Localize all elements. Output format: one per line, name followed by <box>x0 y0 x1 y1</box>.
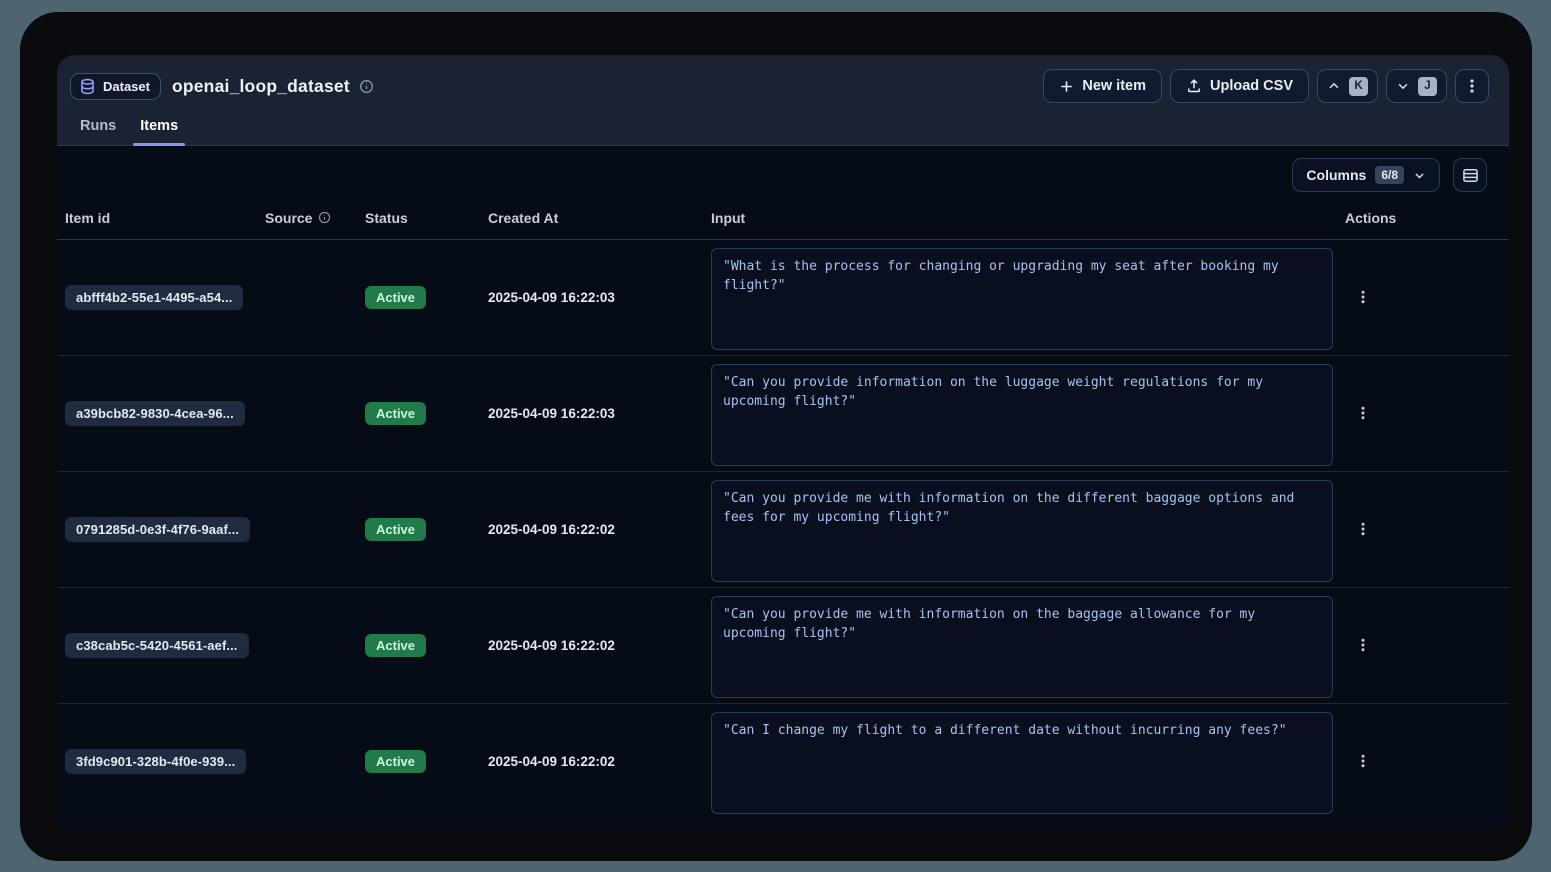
col-header-input: Input <box>711 210 1345 226</box>
status-badge: Active <box>365 402 426 425</box>
table-toolbar: Columns 6/8 <box>57 146 1509 196</box>
row-actions-kebab-button[interactable] <box>1351 285 1375 309</box>
page-title: openai_loop_dataset <box>172 76 350 97</box>
app-surface: Dataset openai_loop_dataset New item <box>57 55 1509 831</box>
row-actions-kebab-button[interactable] <box>1351 517 1375 541</box>
row-density-button[interactable] <box>1453 158 1487 192</box>
created-at-cell: 2025-04-09 16:22:03 <box>488 289 711 307</box>
status-badge: Active <box>365 750 426 773</box>
table-row: 0791285d-0e3f-4f76-9aaf... Active 2025-0… <box>57 472 1509 588</box>
table-header-row: Item id Source Status Created At Input A… <box>57 196 1509 240</box>
col-header-status: Status <box>365 210 488 226</box>
input-cell: "Can I change my flight to a different d… <box>711 704 1345 819</box>
plus-icon <box>1059 79 1074 94</box>
table-row: 3fd9c901-328b-4f0e-939... Active 2025-04… <box>57 704 1509 819</box>
kebab-icon <box>1357 289 1369 305</box>
created-at-value: 2025-04-09 16:22:02 <box>488 522 615 537</box>
columns-count-badge: 6/8 <box>1375 166 1404 184</box>
source-info-icon[interactable] <box>318 211 331 224</box>
input-textarea[interactable]: "Can you provide information on the lugg… <box>711 364 1333 466</box>
input-textarea[interactable]: "Can I change my flight to a different d… <box>711 712 1333 814</box>
input-textarea[interactable]: "Can you provide me with information on … <box>711 596 1333 698</box>
tab-items[interactable]: Items <box>133 118 185 145</box>
table-row: abfff4b2-55e1-4495-a54... Active 2025-04… <box>57 240 1509 356</box>
status-cell: Active <box>365 750 488 773</box>
col-header-item-id: Item id <box>65 210 265 226</box>
prev-key-hint: K <box>1349 77 1368 96</box>
kebab-icon <box>1357 521 1369 537</box>
kebab-icon <box>1357 753 1369 769</box>
table-row: c38cab5c-5420-4561-aef... Active 2025-04… <box>57 588 1509 704</box>
columns-dropdown[interactable]: Columns 6/8 <box>1292 158 1440 192</box>
status-cell: Active <box>365 518 488 541</box>
actions-cell <box>1345 633 1497 658</box>
next-key-hint: J <box>1418 77 1437 96</box>
actions-cell <box>1345 517 1497 542</box>
status-cell: Active <box>365 402 488 425</box>
col-header-actions: Actions <box>1345 210 1497 226</box>
created-at-value: 2025-04-09 16:22:03 <box>488 406 615 421</box>
actions-cell <box>1345 401 1497 426</box>
item-id-pill[interactable]: 3fd9c901-328b-4f0e-939... <box>65 749 246 774</box>
created-at-value: 2025-04-09 16:22:02 <box>488 638 615 653</box>
row-actions-kebab-button[interactable] <box>1351 401 1375 425</box>
row-actions-kebab-button[interactable] <box>1351 633 1375 657</box>
kebab-icon <box>1357 637 1369 653</box>
chevron-up-icon <box>1327 79 1341 93</box>
input-textarea[interactable]: "Can you provide me with information on … <box>711 480 1333 582</box>
new-item-button[interactable]: New item <box>1043 69 1162 103</box>
item-id-cell: 3fd9c901-328b-4f0e-939... <box>65 749 265 774</box>
status-badge: Active <box>365 518 426 541</box>
upload-icon <box>1186 78 1202 94</box>
tab-runs[interactable]: Runs <box>73 118 123 145</box>
header-kebab-button[interactable] <box>1455 69 1489 103</box>
created-at-value: 2025-04-09 16:22:03 <box>488 290 615 305</box>
kebab-icon <box>1357 405 1369 421</box>
table-rows-icon <box>1462 167 1479 184</box>
table-body: abfff4b2-55e1-4495-a54... Active 2025-04… <box>57 240 1509 819</box>
status-cell: Active <box>365 634 488 657</box>
dataset-info-icon[interactable] <box>359 79 374 94</box>
item-id-cell: abfff4b2-55e1-4495-a54... <box>65 285 265 310</box>
created-at-value: 2025-04-09 16:22:02 <box>488 754 615 769</box>
upload-csv-button[interactable]: Upload CSV <box>1170 69 1309 103</box>
input-cell: "Can you provide me with information on … <box>711 588 1345 703</box>
status-cell: Active <box>365 286 488 309</box>
next-item-button[interactable]: J <box>1386 69 1447 103</box>
item-id-pill[interactable]: c38cab5c-5420-4561-aef... <box>65 633 249 658</box>
chevron-down-icon <box>1396 79 1410 93</box>
col-header-source: Source <box>265 210 365 226</box>
created-at-cell: 2025-04-09 16:22:02 <box>488 521 711 539</box>
created-at-cell: 2025-04-09 16:22:02 <box>488 753 711 771</box>
dataset-type-badge: Dataset <box>70 73 161 100</box>
table-row: a39bcb82-9830-4cea-96... Active 2025-04-… <box>57 356 1509 472</box>
tab-bar: Runs Items <box>73 118 185 145</box>
item-id-cell: a39bcb82-9830-4cea-96... <box>65 401 265 426</box>
item-id-pill[interactable]: 0791285d-0e3f-4f76-9aaf... <box>65 517 250 542</box>
created-at-cell: 2025-04-09 16:22:02 <box>488 637 711 655</box>
row-actions-kebab-button[interactable] <box>1351 749 1375 773</box>
input-textarea[interactable]: "What is the process for changing or upg… <box>711 248 1333 350</box>
header-bar: Dataset openai_loop_dataset New item <box>57 55 1509 146</box>
actions-cell <box>1345 285 1497 310</box>
item-id-cell: 0791285d-0e3f-4f76-9aaf... <box>65 517 265 542</box>
prev-item-button[interactable]: K <box>1317 69 1378 103</box>
dataset-badge-label: Dataset <box>103 79 150 94</box>
input-cell: "Can you provide me with information on … <box>711 472 1345 587</box>
item-id-pill[interactable]: abfff4b2-55e1-4495-a54... <box>65 285 243 310</box>
status-badge: Active <box>365 634 426 657</box>
database-icon <box>79 78 96 95</box>
status-badge: Active <box>365 286 426 309</box>
actions-cell <box>1345 749 1497 774</box>
kebab-icon <box>1465 78 1479 94</box>
chevron-down-icon <box>1413 169 1426 182</box>
input-cell: "Can you provide information on the lugg… <box>711 356 1345 471</box>
input-cell: "What is the process for changing or upg… <box>711 240 1345 355</box>
item-id-cell: c38cab5c-5420-4561-aef... <box>65 633 265 658</box>
col-header-created-at: Created At <box>488 210 711 226</box>
item-id-pill[interactable]: a39bcb82-9830-4cea-96... <box>65 401 245 426</box>
created-at-cell: 2025-04-09 16:22:03 <box>488 405 711 423</box>
